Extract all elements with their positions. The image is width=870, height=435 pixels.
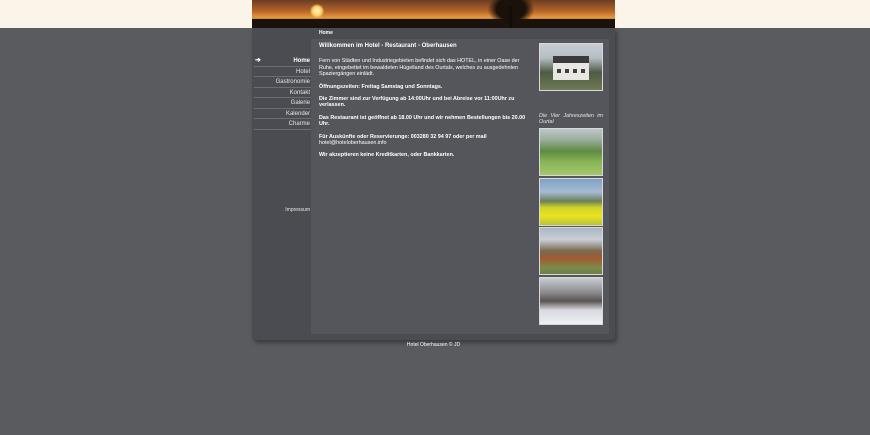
hotel-photo[interactable] (539, 43, 603, 91)
page-title: Willkommen im Hotel - Restaurant - Oberh… (319, 43, 457, 49)
intro-text: Fern von Städten und Industriegebieten b… (319, 58, 520, 78)
autumn-photo[interactable] (539, 227, 603, 276)
banner-ground (252, 19, 615, 28)
nav-item-home[interactable]: ➔ Home (254, 56, 312, 67)
restaurant-info: Das Restaurant ist geöffnet ab 18.00 Uhr… (319, 114, 526, 128)
winter-photo[interactable] (539, 276, 603, 325)
nav-item-kontakt[interactable]: Kontakt (254, 88, 312, 98)
nav-item-hotel[interactable]: Hotel (254, 67, 312, 77)
sidebar-nav: ➔ Home Hotel Gastronomie Kontakt Galerie… (254, 56, 312, 130)
breadcrumb[interactable]: Home (319, 30, 333, 36)
arrow-right-icon: ➔ (255, 57, 261, 64)
nav-item-label: Home (293, 58, 310, 64)
contact-info: Für Auskünfte oder Reservierunge: 003280… (319, 134, 531, 147)
hotel-window (581, 69, 585, 73)
email-link[interactable]: hotel@hoteloberhausen.info (319, 140, 387, 146)
spring-photo[interactable] (539, 128, 603, 177)
nav-item-label: Gastronomie (275, 79, 310, 85)
impressum-link[interactable]: Impressum (254, 207, 312, 213)
main-content: Willkommen im Hotel - Restaurant - Oberh… (311, 39, 609, 334)
nav-item-label: Kontakt (289, 89, 310, 96)
rooms-info: Die Zimmer sind zur Verfügung ab 14:00Uh… (319, 96, 515, 109)
header-banner-image (252, 0, 615, 28)
contact-line: Für Auskünfte oder Reservierunge: 003280… (319, 133, 487, 140)
sunset-sun (310, 4, 324, 18)
hotel-window (573, 69, 577, 73)
nav-item-label: Charme (288, 121, 310, 127)
footer-copyright: Hotel Oberhausen © JD (406, 342, 461, 348)
hotel-window (565, 69, 569, 73)
hotel-building (553, 56, 589, 80)
nav-item-label: Hotel (295, 68, 310, 75)
page-container: Home ➔ Home Hotel Gastronomie Kontakt Ga… (252, 28, 615, 340)
content-text: Willkommen im Hotel - Restaurant - Oberh… (319, 43, 531, 165)
side-column: Die Vier Jahreszeiten im Ourtal (539, 43, 603, 326)
opening-hours: Öffnungszeiten: Freitag Samstag und Sonn… (319, 83, 443, 90)
nav-item-label: Kalender (285, 110, 310, 117)
nav-item-gastronomie[interactable]: Gastronomie (254, 77, 312, 88)
banner-tree-trunk (509, 6, 512, 28)
payment-info: Wir akzeptieren keine Kreditkarten, oder… (319, 152, 455, 159)
nav-item-label: Galerie (290, 100, 310, 106)
nav-item-charme[interactable]: Charme (254, 119, 312, 130)
seasons-caption: Die Vier Jahreszeiten im Ourtal (539, 113, 603, 126)
nav-item-galerie[interactable]: Galerie (254, 98, 312, 109)
summer-photo[interactable] (539, 177, 603, 226)
nav-item-kalender[interactable]: Kalender (254, 109, 312, 119)
hotel-window (557, 69, 561, 73)
